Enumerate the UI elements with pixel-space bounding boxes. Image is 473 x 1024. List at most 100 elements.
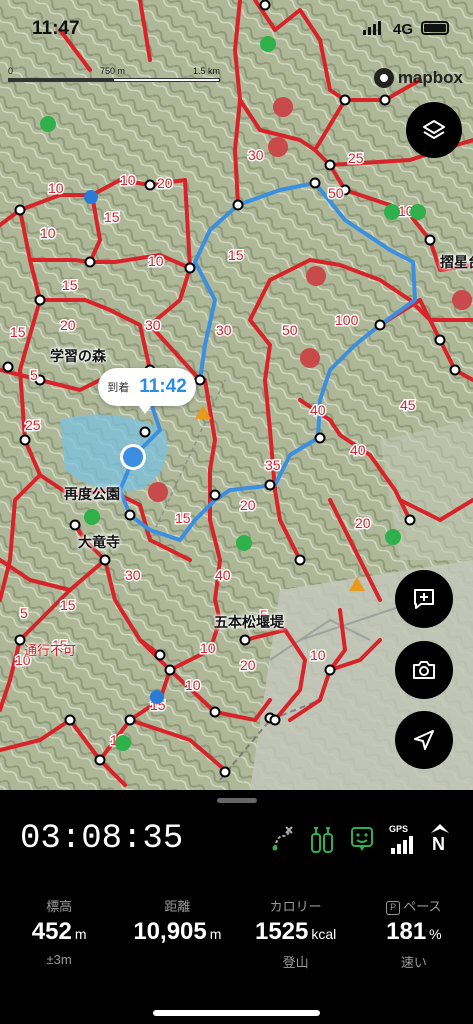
svg-text:25: 25: [348, 150, 364, 166]
svg-text:15: 15: [10, 324, 26, 340]
svg-text:10: 10: [48, 180, 64, 196]
compass-label: N: [432, 834, 445, 854]
svg-text:30: 30: [125, 567, 141, 583]
gps-bars-icon: [391, 836, 413, 854]
svg-text:40: 40: [350, 442, 366, 458]
svg-text:15: 15: [228, 247, 244, 263]
svg-text:45: 45: [400, 397, 416, 413]
status-bar: 11:47 4G: [0, 0, 473, 58]
eta-time: 11:42: [139, 376, 187, 397]
svg-text:30: 30: [145, 317, 161, 333]
stat-calories-label: カロリー: [269, 899, 322, 914]
stat-calories-unit: kcal: [311, 926, 337, 942]
network-type: 4G: [392, 21, 413, 38]
svg-text:10: 10: [148, 253, 164, 269]
place-tsuko-fuka: 通行不可: [24, 643, 77, 658]
svg-text:15: 15: [104, 209, 120, 225]
battery-icon: [421, 21, 449, 35]
stat-calories: カロリー 1525 kcal 登山: [237, 896, 355, 971]
svg-text:20: 20: [60, 317, 76, 333]
stat-altitude-sub: ±3m: [46, 952, 72, 967]
svg-text:25: 25: [25, 417, 41, 433]
hiker-icon[interactable]: [309, 824, 335, 854]
stat-altitude: 標高 452 m ±3m: [0, 896, 118, 971]
camera-button[interactable]: [395, 641, 453, 699]
stat-pace-unit: %: [429, 926, 442, 942]
stat-distance-value: 10,905: [133, 918, 207, 945]
eta-label: 到着: [107, 382, 130, 394]
camera-icon: [413, 661, 435, 679]
mapbox-attribution[interactable]: mapbox: [373, 68, 463, 88]
layers-button[interactable]: [406, 102, 462, 158]
status-indicators: GPS N: [269, 824, 451, 854]
svg-text:10: 10: [200, 640, 216, 656]
svg-text:10: 10: [120, 172, 136, 188]
navigation-arrow-icon: [414, 730, 434, 750]
svg-text:10: 10: [310, 647, 326, 663]
svg-text:20: 20: [240, 657, 256, 673]
scale-mid: 750 m: [100, 66, 126, 76]
add-note-button[interactable]: [395, 570, 453, 628]
compass-icon[interactable]: N: [429, 824, 451, 854]
stat-altitude-unit: m: [74, 926, 87, 942]
map-scale: 0 750 m 1.5 km: [8, 66, 228, 84]
svg-text:50: 50: [328, 185, 344, 201]
elapsed-time: 03:08:35: [20, 820, 184, 858]
stat-pace: P ペース 181% 速い: [355, 896, 473, 971]
stat-pace-value: 181: [386, 918, 427, 945]
stat-altitude-value: 452: [31, 918, 72, 945]
stat-pace-sub: 速い: [400, 955, 427, 970]
mapbox-logo-icon: [373, 68, 394, 88]
stat-distance-unit: m: [209, 926, 222, 942]
mapbox-label: mapbox: [397, 68, 463, 87]
svg-text:15: 15: [60, 597, 76, 613]
svg-text:35: 35: [265, 457, 281, 473]
layers-icon: [423, 120, 445, 139]
gps-icon[interactable]: GPS: [389, 824, 415, 854]
svg-text:20: 20: [157, 175, 173, 191]
signal-icon: [363, 21, 381, 35]
home-indicator[interactable]: [153, 1010, 320, 1016]
svg-text:5: 5: [30, 367, 38, 383]
place-futatabi: 再度公園: [64, 486, 120, 502]
current-location-dot: [123, 447, 143, 467]
svg-text:40: 40: [215, 567, 231, 583]
svg-text:10: 10: [40, 225, 56, 241]
svg-text:10: 10: [185, 677, 201, 693]
map-view[interactable]: 10 20 10 15 10 10 15 20 30 15 5 25 30 15 30 25 50 10…: [0, 0, 473, 790]
svg-text:15: 15: [175, 510, 191, 526]
svg-text:30: 30: [248, 147, 264, 163]
svg-text:100: 100: [335, 312, 359, 328]
compass-arrow-icon: [431, 824, 449, 833]
pace-badge-icon: P: [386, 901, 401, 915]
place-dairyuji: 大竜寺: [78, 534, 120, 550]
stat-calories-sub: 登山: [282, 955, 309, 970]
scale-zero: 0: [8, 66, 14, 76]
eta-bubble[interactable]: 到着 11:42: [98, 368, 196, 414]
stat-pace-label: ペース: [403, 899, 442, 914]
status-time: 11:47: [32, 18, 80, 39]
svg-text:30: 30: [216, 322, 232, 338]
add-note-icon: [414, 589, 434, 609]
svg-text:40: 40: [310, 402, 326, 418]
place-sakura: 摺星台: [440, 254, 473, 270]
svg-text:20: 20: [240, 497, 256, 513]
stat-distance: 距離 10,905 m: [118, 896, 236, 971]
svg-text:15: 15: [62, 277, 78, 293]
route-icon[interactable]: [269, 824, 295, 854]
location-button[interactable]: [395, 711, 453, 769]
svg-text:5: 5: [20, 605, 28, 621]
svg-text:50: 50: [282, 322, 298, 338]
tracking-panel: 03:08:35 GPS N 標高 452 m ±3m 距離 10,905 m …: [0, 790, 473, 1024]
gps-label: GPS: [389, 824, 409, 834]
drag-handle[interactable]: [217, 798, 257, 803]
stats-row: 標高 452 m ±3m 距離 10,905 m カロリー 1525 kcal 登山 …: [0, 896, 473, 971]
stat-distance-label: 距離: [164, 899, 191, 914]
face-icon[interactable]: [349, 824, 375, 854]
scale-end: 1.5 km: [193, 66, 221, 76]
svg-text:20: 20: [355, 515, 371, 531]
stat-calories-value: 1525: [254, 918, 309, 945]
stat-altitude-label: 標高: [46, 899, 73, 914]
place-gakushu: 学習の森: [50, 348, 106, 364]
place-gohonmatsu: 五本松堰堤: [214, 614, 284, 630]
